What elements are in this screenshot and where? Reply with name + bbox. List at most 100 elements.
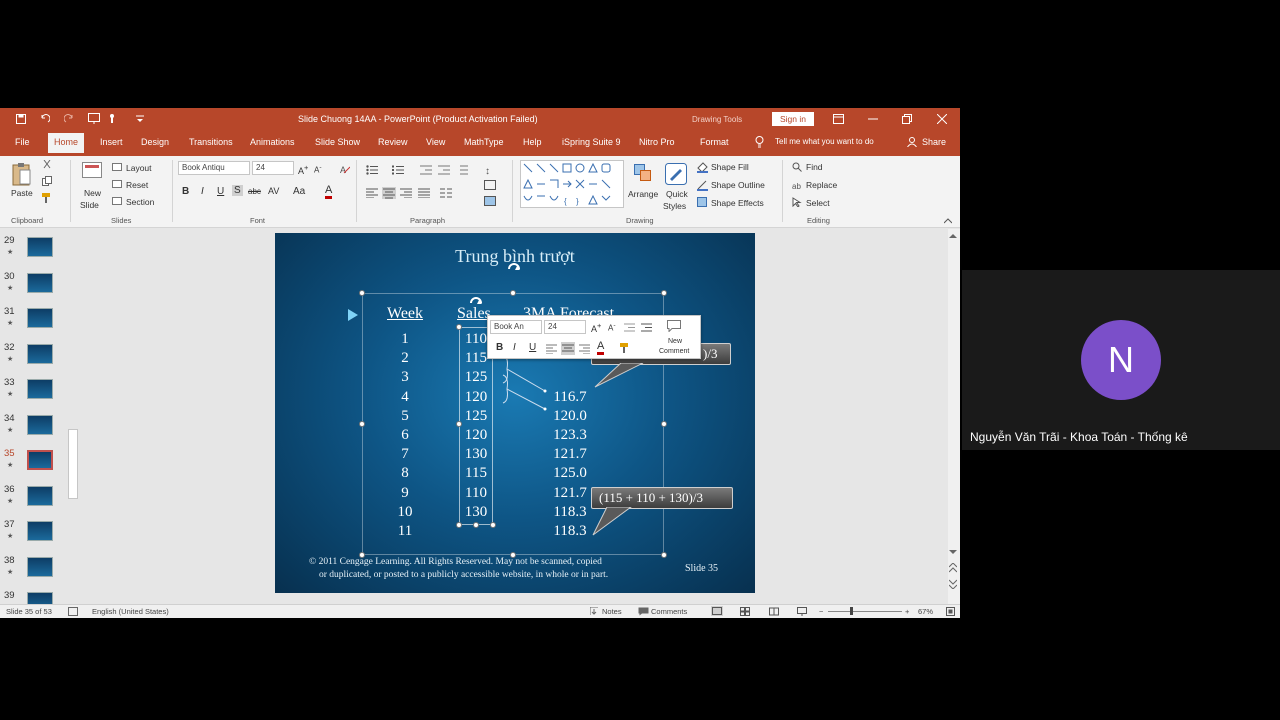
zoom-out-button[interactable]: − <box>819 607 823 616</box>
thumbnail-scrollbar[interactable] <box>68 429 78 499</box>
mini-increase-indent-icon[interactable] <box>641 323 652 332</box>
resize-handle[interactable] <box>473 522 479 528</box>
mini-font-color-button[interactable]: A <box>597 341 605 355</box>
bullets-icon[interactable] <box>366 165 382 175</box>
mini-align-left-icon[interactable] <box>546 344 557 354</box>
slideshow-from-start-icon[interactable] <box>88 113 100 124</box>
numbering-icon[interactable] <box>392 165 408 175</box>
copy-icon[interactable] <box>42 176 52 186</box>
tab-file[interactable]: File <box>15 137 30 147</box>
mini-bold-button[interactable]: B <box>496 342 503 353</box>
slide-thumbnail[interactable] <box>27 379 53 399</box>
zoom-slider-track[interactable] <box>828 611 902 612</box>
paste-icon[interactable] <box>12 162 32 186</box>
change-case-button[interactable]: Aa <box>293 186 305 197</box>
undo-icon[interactable] <box>40 114 50 124</box>
comments-button[interactable]: Comments <box>651 607 687 616</box>
mini-align-right-icon[interactable] <box>579 344 590 354</box>
comments-icon[interactable] <box>638 607 649 616</box>
align-text-icon[interactable] <box>484 180 496 190</box>
language-indicator[interactable]: English (United States) <box>92 607 169 616</box>
shapes-gallery-icon[interactable]: {} <box>520 160 624 208</box>
slide-canvas[interactable]: Trung bình trượt Week Sales 3MA Forecast… <box>275 233 755 593</box>
tab-home[interactable]: Home <box>48 133 85 153</box>
new-slide-label[interactable]: New <box>84 188 101 198</box>
arrange-icon[interactable] <box>634 164 652 182</box>
new-slide-icon[interactable] <box>82 162 102 180</box>
slide-thumbnail[interactable] <box>27 308 53 328</box>
font-size-dropdown[interactable]: 24 <box>252 161 294 175</box>
fit-to-window-icon[interactable] <box>946 607 955 616</box>
columns-icon[interactable] <box>440 188 452 198</box>
resize-handle[interactable] <box>359 421 365 427</box>
mini-italic-button[interactable]: I <box>513 342 516 353</box>
tab-mathtype[interactable]: MathType <box>464 137 504 147</box>
touch-mode-icon[interactable] <box>108 113 118 124</box>
slide-thumbnail[interactable] <box>27 556 53 577</box>
replace-button[interactable]: Replace <box>806 180 837 190</box>
share-button[interactable]: Share <box>922 137 946 147</box>
tab-slide-show[interactable]: Slide Show <box>315 137 360 147</box>
shape-effects-button[interactable]: Shape Effects <box>711 198 764 208</box>
previous-slide-icon[interactable] <box>949 563 957 573</box>
resize-handle[interactable] <box>490 522 496 528</box>
text-direction-icon[interactable]: ↕ <box>484 164 496 176</box>
new-comment-label-2[interactable]: Comment <box>659 348 689 355</box>
bold-button[interactable]: B <box>182 186 189 197</box>
align-left-icon[interactable] <box>366 188 378 198</box>
mini-shrink-font-button[interactable]: A- <box>608 322 616 333</box>
slide-thumbnail[interactable] <box>27 521 53 541</box>
font-color-button[interactable]: A <box>325 185 333 199</box>
smartart-icon[interactable] <box>484 196 496 206</box>
tab-insert[interactable]: Insert <box>100 137 123 147</box>
increase-indent-icon[interactable] <box>438 165 450 175</box>
replace-icon[interactable]: ab <box>792 180 802 190</box>
reset-button[interactable]: Reset <box>126 180 148 190</box>
align-center-icon[interactable] <box>382 187 396 199</box>
slide-thumbnail[interactable] <box>27 237 53 257</box>
scroll-up-icon[interactable] <box>949 233 957 239</box>
close-icon[interactable] <box>937 114 947 124</box>
select-icon[interactable] <box>792 197 802 207</box>
resize-handle[interactable] <box>359 290 365 296</box>
character-spacing-button[interactable]: AV <box>268 186 279 196</box>
slide-show-icon[interactable] <box>797 607 807 616</box>
tab-format[interactable]: Format <box>700 137 729 147</box>
slide-sorter-icon[interactable] <box>740 607 750 616</box>
resize-handle[interactable] <box>661 421 667 427</box>
clear-formatting-icon[interactable]: A <box>340 164 350 174</box>
mini-grow-font-button[interactable]: A+ <box>591 321 601 334</box>
tab-design[interactable]: Design <box>141 137 169 147</box>
collapse-ribbon-icon[interactable] <box>944 218 952 224</box>
next-slide-icon[interactable] <box>949 579 957 589</box>
find-icon[interactable] <box>792 162 802 172</box>
resize-handle[interactable] <box>661 290 667 296</box>
shape-fill-icon[interactable] <box>697 162 708 173</box>
resize-handle[interactable] <box>456 522 462 528</box>
new-comment-icon[interactable] <box>667 320 681 332</box>
mini-size-dropdown[interactable]: 24 <box>544 320 586 334</box>
ribbon-display-options-icon[interactable] <box>833 114 844 124</box>
section-icon[interactable] <box>112 197 122 205</box>
italic-button[interactable]: I <box>201 186 204 197</box>
notes-icon[interactable] <box>590 607 598 616</box>
align-right-icon[interactable] <box>400 188 412 198</box>
participant-tile[interactable]: N Nguyễn Văn Trãi - Khoa Toán - Thống kê <box>962 270 1280 450</box>
tab-help[interactable]: Help <box>523 137 542 147</box>
justify-icon[interactable] <box>418 188 430 198</box>
zoom-slider-thumb[interactable] <box>850 607 853 615</box>
decrease-font-size-button[interactable]: A- <box>314 164 322 175</box>
normal-view-icon[interactable] <box>711 606 723 616</box>
zoom-level[interactable]: 67% <box>918 607 933 616</box>
paste-label[interactable]: Paste <box>11 188 33 198</box>
reset-icon[interactable] <box>112 180 122 188</box>
tab-view[interactable]: View <box>426 137 445 147</box>
zoom-in-button[interactable]: + <box>905 607 909 616</box>
quick-styles-icon[interactable] <box>665 163 687 185</box>
tab-ispring[interactable]: iSpring Suite 9 <box>562 137 621 147</box>
animation-play-icon[interactable] <box>348 309 358 321</box>
quick-styles-label-2[interactable]: Styles <box>663 201 686 211</box>
vertical-scrollbar[interactable] <box>948 229 960 604</box>
scroll-down-icon[interactable] <box>949 549 957 555</box>
arrange-button[interactable]: Arrange <box>628 189 658 199</box>
